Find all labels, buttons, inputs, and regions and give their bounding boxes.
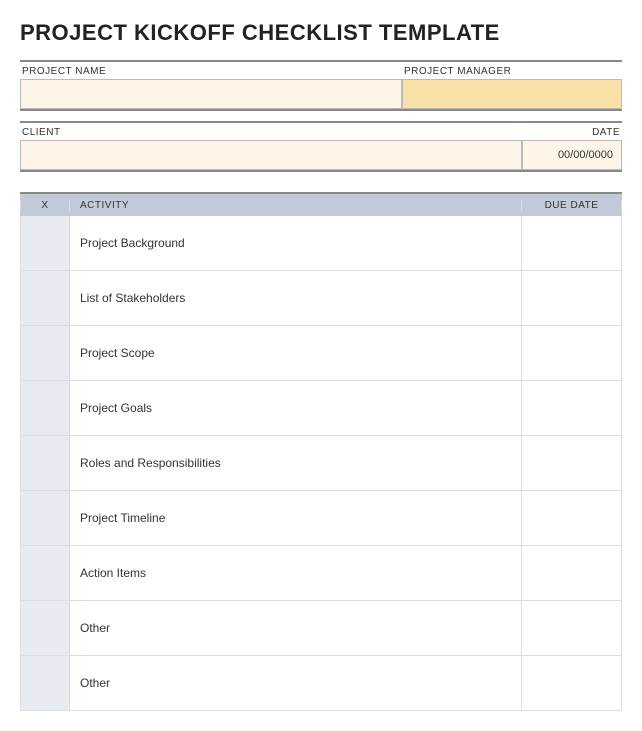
table-row: Project Scope (20, 326, 622, 381)
checkbox-cell[interactable] (20, 326, 70, 381)
due-date-cell[interactable] (522, 601, 622, 656)
checkbox-cell[interactable] (20, 656, 70, 711)
activity-cell[interactable]: Project Goals (70, 381, 522, 436)
table-row: Roles and Responsibilities (20, 436, 622, 491)
activity-cell[interactable]: Action Items (70, 546, 522, 601)
project-info-block: PROJECT NAME PROJECT MANAGER (20, 60, 622, 111)
date-label: DATE (522, 123, 622, 140)
activity-cell[interactable]: Project Background (70, 216, 522, 271)
table-row: Other (20, 656, 622, 711)
header-x: X (20, 200, 70, 211)
activity-cell[interactable]: Roles and Responsibilities (70, 436, 522, 491)
table-row: Other (20, 601, 622, 656)
checkbox-cell[interactable] (20, 381, 70, 436)
due-date-cell[interactable] (522, 656, 622, 711)
table-row: List of Stakeholders (20, 271, 622, 326)
due-date-cell[interactable] (522, 216, 622, 271)
table-row: Project Timeline (20, 491, 622, 546)
checkbox-cell[interactable] (20, 546, 70, 601)
activity-cell[interactable]: Other (70, 601, 522, 656)
checklist-header-row: X ACTIVITY DUE DATE (20, 194, 622, 216)
checkbox-cell[interactable] (20, 491, 70, 546)
activity-cell[interactable]: Project Scope (70, 326, 522, 381)
activity-cell[interactable]: Project Timeline (70, 491, 522, 546)
due-date-cell[interactable] (522, 436, 622, 491)
due-date-cell[interactable] (522, 271, 622, 326)
due-date-cell[interactable] (522, 326, 622, 381)
table-row: Project Goals (20, 381, 622, 436)
date-field[interactable]: 00/00/0000 (522, 140, 622, 170)
project-manager-field[interactable] (402, 79, 622, 109)
checkbox-cell[interactable] (20, 216, 70, 271)
checklist-table: X ACTIVITY DUE DATE Project BackgroundLi… (20, 192, 622, 711)
client-date-block: CLIENT DATE 00/00/0000 (20, 121, 622, 172)
project-manager-label: PROJECT MANAGER (402, 62, 622, 79)
page-title: PROJECT KICKOFF CHECKLIST TEMPLATE (20, 20, 622, 46)
checkbox-cell[interactable] (20, 271, 70, 326)
project-name-field[interactable] (20, 79, 402, 109)
table-row: Action Items (20, 546, 622, 601)
client-label: CLIENT (20, 123, 522, 140)
activity-cell[interactable]: Other (70, 656, 522, 711)
table-row: Project Background (20, 216, 622, 271)
due-date-cell[interactable] (522, 491, 622, 546)
due-date-cell[interactable] (522, 546, 622, 601)
activity-cell[interactable]: List of Stakeholders (70, 271, 522, 326)
due-date-cell[interactable] (522, 381, 622, 436)
checkbox-cell[interactable] (20, 436, 70, 491)
header-activity: ACTIVITY (70, 200, 522, 211)
client-field[interactable] (20, 140, 522, 170)
header-due: DUE DATE (522, 200, 622, 211)
checkbox-cell[interactable] (20, 601, 70, 656)
project-name-label: PROJECT NAME (20, 62, 402, 79)
